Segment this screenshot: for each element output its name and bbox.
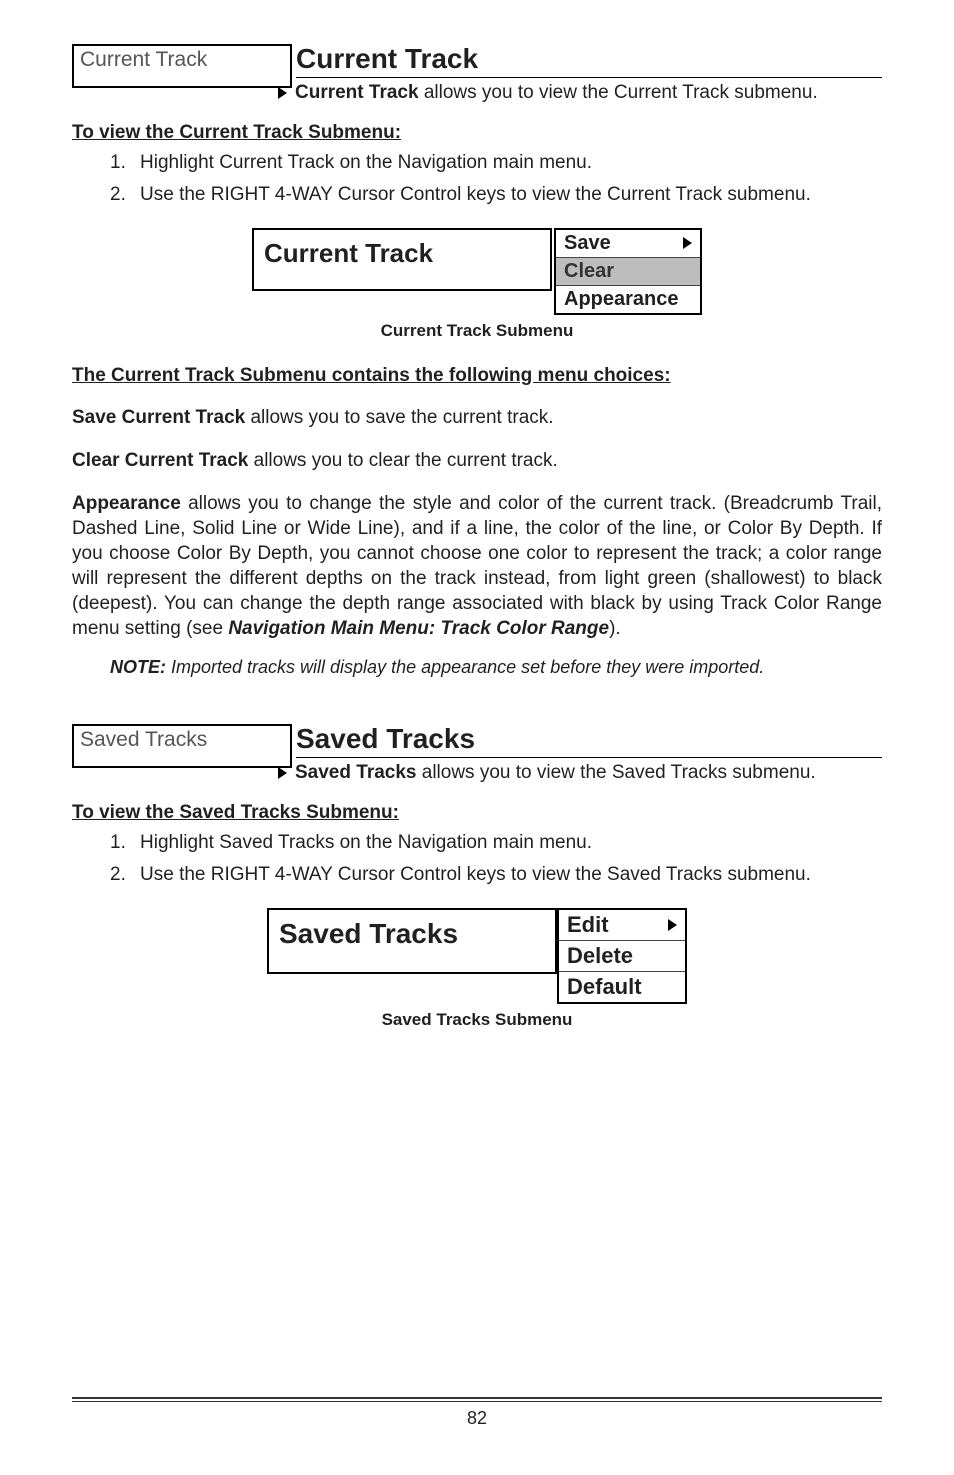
paragraph-appearance: Appearance allows you to change the styl… [72, 491, 882, 641]
steps-list-ct: 1.Highlight Current Track on the Navigat… [110, 152, 882, 206]
intro-bold: Saved Tracks [295, 762, 416, 783]
term-desc-ital: Navigation Main Menu: Track Color Range [228, 618, 609, 639]
submenu-label: Appearance [564, 288, 679, 311]
arrow-right-icon [683, 237, 692, 249]
step-text: Use the RIGHT 4-WAY Cursor Control keys … [140, 184, 811, 206]
submenu-row-appearance: Appearance [556, 286, 700, 313]
steps-list-st: 1.Highlight Saved Tracks on the Navigati… [110, 832, 882, 886]
page-number: 82 [467, 1408, 487, 1428]
title-rule [296, 77, 882, 78]
fig-box-label: Current Track [264, 238, 433, 268]
term-desc: allows you to save the current track. [245, 407, 553, 428]
choices-heading: The Current Track Submenu contains the f… [72, 365, 882, 387]
list-item: 2.Use the RIGHT 4-WAY Cursor Control key… [110, 864, 882, 886]
menu-box-current-track: Current Track [72, 44, 292, 88]
section-header-current-track: Current Track Current Track Current Trac… [72, 44, 882, 104]
list-item: 2.Use the RIGHT 4-WAY Cursor Control key… [110, 184, 882, 206]
step-text: Highlight Saved Tracks on the Navigation… [140, 832, 592, 854]
arrow-right-icon [668, 919, 677, 931]
term-desc: allows you to clear the current track. [248, 450, 557, 471]
menu-box-saved-tracks: Saved Tracks [72, 724, 292, 768]
intro-bold: Current Track [295, 82, 419, 103]
submenu-row-clear: Clear [556, 258, 700, 286]
figure-caption-ct: Current Track Submenu [72, 321, 882, 341]
submenu-list-st: Edit Delete Default [557, 908, 687, 1004]
submenu-label: Edit [567, 912, 609, 938]
section-title-current-track: Current Track [296, 43, 478, 74]
step-text: Highlight Current Track on the Navigatio… [140, 152, 592, 174]
paragraph-save: Save Current Track allows you to save th… [72, 405, 882, 430]
submenu-row-edit: Edit [559, 910, 685, 941]
list-item: 1.Highlight Current Track on the Navigat… [110, 152, 882, 174]
note-label: NOTE: [110, 657, 166, 677]
footer-rule-thick [72, 1397, 882, 1399]
figure-saved-tracks-submenu: Saved Tracks Edit Delete Default [72, 908, 882, 1004]
submenu-row-save: Save [556, 230, 700, 258]
title-rule [296, 757, 882, 758]
fig-box-current-track: Current Track [252, 228, 552, 291]
note-imported-tracks: NOTE: Imported tracks will display the a… [110, 657, 882, 678]
submenu-row-delete: Delete [559, 941, 685, 972]
fig-box-saved-tracks: Saved Tracks [267, 908, 557, 974]
submenu-label: Default [567, 974, 642, 1000]
submenu-row-default: Default [559, 972, 685, 1002]
term-bold: Save Current Track [72, 407, 245, 428]
submenu-label: Delete [567, 943, 633, 969]
note-text: Imported tracks will display the appeara… [166, 657, 764, 677]
term-bold: Appearance [72, 493, 181, 514]
sub-heading-view-ct: To view the Current Track Submenu: [72, 122, 882, 144]
figure-caption-st: Saved Tracks Submenu [72, 1010, 882, 1030]
intro-rest: allows you to view the Current Track sub… [419, 82, 818, 103]
menu-box-label: Saved Tracks [80, 728, 207, 751]
paragraph-clear: Clear Current Track allows you to clear … [72, 448, 882, 473]
menu-box-label: Current Track [80, 48, 207, 71]
submenu-list-ct: Save Clear Appearance [554, 228, 702, 315]
page-footer: 82 [72, 1397, 882, 1429]
step-text: Use the RIGHT 4-WAY Cursor Control keys … [140, 864, 811, 886]
list-item: 1.Highlight Saved Tracks on the Navigati… [110, 832, 882, 854]
fig-box-label: Saved Tracks [279, 918, 458, 949]
arrow-right-icon [278, 767, 287, 779]
arrow-right-icon [278, 87, 287, 99]
figure-current-track-submenu: Current Track Save Clear Appearance [72, 228, 882, 315]
sub-heading-view-st: To view the Saved Tracks Submenu: [72, 802, 882, 824]
term-desc-b: ). [609, 618, 621, 639]
submenu-label: Save [564, 232, 611, 255]
section-title-saved-tracks: Saved Tracks [296, 723, 475, 754]
section-header-saved-tracks: Saved Tracks Saved Tracks Saved Tracks a… [72, 724, 882, 784]
submenu-label: Clear [564, 260, 614, 283]
intro-rest: allows you to view the Saved Tracks subm… [416, 762, 815, 783]
term-bold: Clear Current Track [72, 450, 248, 471]
footer-rule-thin [72, 1401, 882, 1402]
